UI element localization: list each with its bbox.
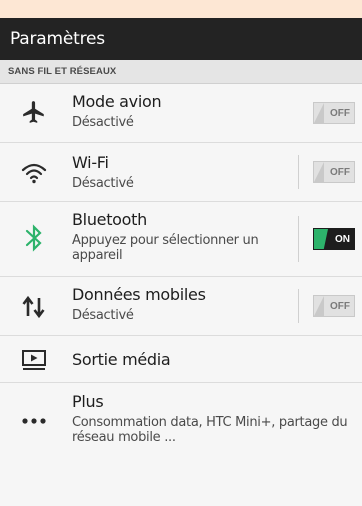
toggle-label: OFF (330, 300, 350, 312)
row-title: Sortie média (72, 350, 171, 369)
wifi-icon (18, 159, 50, 187)
toggle-label: ON (335, 233, 350, 245)
row-text: Sortie média (72, 350, 171, 370)
settings-row-mobile-data[interactable]: Données mobiles Désactivé OFF (0, 276, 362, 335)
media-output-icon (18, 346, 50, 374)
bluetooth-toggle[interactable]: ON (313, 228, 355, 250)
wifi-toggle[interactable]: OFF (313, 161, 355, 183)
row-text: Bluetooth Appuyez pour sélectionner un a… (72, 210, 287, 263)
page-title: Paramètres (10, 29, 105, 49)
title-bar: Paramètres (0, 18, 362, 60)
row-title: Mode avion (72, 92, 162, 111)
row-subtitle: Appuyez pour sélectionner un appareil (72, 233, 259, 263)
bluetooth-icon (18, 224, 50, 252)
settings-row-more[interactable]: Plus Consommation data, HTC Mini+, parta… (0, 382, 362, 462)
toggle-knob (314, 296, 324, 316)
more-icon (18, 407, 50, 435)
row-text: Données mobiles Désactivé (72, 285, 206, 323)
section-header-label: SANS FIL ET RÉSEAUX (8, 66, 117, 77)
row-text: Mode avion Désactivé (72, 92, 162, 130)
toggle-knob (314, 162, 324, 182)
row-title: Plus (72, 392, 104, 411)
toggle-knob (314, 103, 324, 123)
row-divider (298, 155, 299, 189)
settings-row-bluetooth[interactable]: Bluetooth Appuyez pour sélectionner un a… (0, 201, 362, 276)
airplane-mode-toggle[interactable]: OFF (313, 102, 355, 124)
row-title: Bluetooth (72, 210, 147, 229)
settings-row-wifi[interactable]: Wi-Fi Désactivé OFF (0, 142, 362, 201)
row-divider (298, 289, 299, 323)
toggle-label: OFF (330, 166, 350, 178)
toggle-knob (314, 229, 328, 249)
airplane-icon (18, 98, 50, 126)
row-subtitle: Désactivé (72, 176, 134, 191)
row-title: Wi-Fi (72, 153, 109, 172)
row-text: Wi-Fi Désactivé (72, 153, 134, 191)
settings-screen: Paramètres SANS FIL ET RÉSEAUX Mode avio… (0, 18, 362, 506)
row-divider (298, 216, 299, 262)
mobile-data-icon (18, 293, 50, 321)
row-subtitle: Consommation data, HTC Mini+, partage du… (72, 415, 348, 445)
section-header: SANS FIL ET RÉSEAUX (0, 60, 362, 84)
row-title: Données mobiles (72, 285, 206, 304)
settings-row-airplane-mode[interactable]: Mode avion Désactivé OFF (0, 84, 362, 142)
settings-row-media-output[interactable]: Sortie média (0, 335, 362, 382)
mobile-data-toggle[interactable]: OFF (313, 295, 355, 317)
row-subtitle: Désactivé (72, 308, 134, 323)
row-text: Plus Consommation data, HTC Mini+, parta… (72, 392, 352, 445)
row-subtitle: Désactivé (72, 115, 134, 130)
toggle-label: OFF (330, 107, 350, 119)
